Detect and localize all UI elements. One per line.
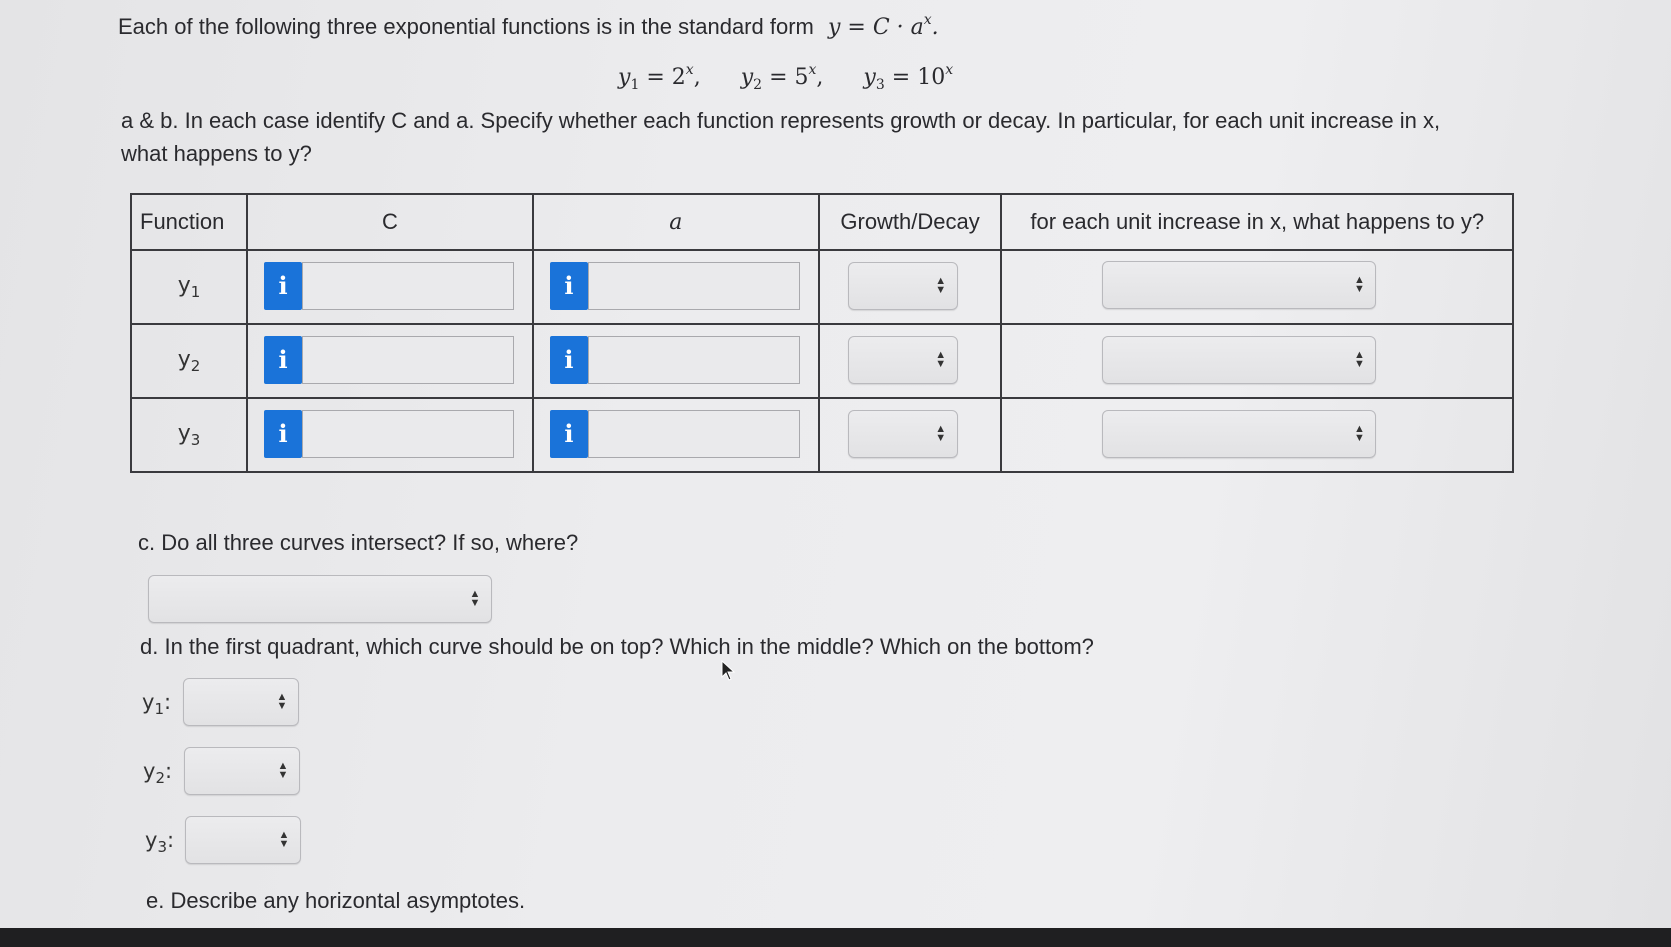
info-icon[interactable]: i (549, 336, 588, 384)
d-label-y3: y3: (145, 828, 175, 856)
table-row: y2 i i ▲ ▼ ▲ ▼ (129, 323, 1514, 399)
screen-bottom-bezel (0, 928, 1671, 947)
equation-y1: y1 = 2x, (618, 62, 701, 93)
updown-arrows-icon: ▲ ▼ (1353, 274, 1365, 295)
d-label-y1: y1: (142, 690, 172, 718)
updown-arrows-icon: ▲ ▼ (278, 829, 290, 850)
info-icon[interactable]: i (264, 410, 303, 458)
question-d: d. In the first quadrant, which curve sh… (140, 634, 1094, 659)
updown-arrows-icon: ▲ ▼ (277, 760, 289, 781)
info-icon[interactable]: i (264, 336, 303, 384)
function-label: y1 (129, 249, 249, 325)
equation-y2: y2 = 5x, (740, 62, 824, 93)
header-function: Function (129, 193, 249, 251)
question-e: e. Describe any horizontal asymptotes. (146, 888, 526, 913)
c-input[interactable] (302, 410, 515, 458)
updown-arrows-icon: ▲ ▼ (935, 349, 947, 370)
function-label: y3 (129, 397, 249, 473)
answer-table: Function C a Growth/Decay for each unit … (129, 193, 1514, 473)
question-ab-line1: a & b. In each case identify C and a. Sp… (121, 108, 1441, 133)
info-icon[interactable]: i (549, 262, 588, 310)
intro-text: Each of the following three exponential … (118, 14, 814, 39)
unit-increase-select[interactable]: ▲ ▼ (1102, 410, 1377, 458)
updown-arrows-icon: ▲ ▼ (935, 275, 947, 296)
header-growth-decay: Growth/Decay (817, 193, 1003, 251)
header-unit-increase: for each unit increase in x, what happen… (1000, 193, 1514, 251)
table-row: y3 i i ▲ ▼ ▲ ▼ (129, 397, 1514, 473)
table-header-row: Function C a Growth/Decay for each unit … (129, 193, 1514, 251)
order-select-y2[interactable]: ▲ ▼ (184, 747, 300, 795)
updown-arrows-icon: ▲ ▼ (1353, 349, 1365, 370)
a-input[interactable] (587, 336, 800, 384)
unit-increase-select[interactable]: ▲ ▼ (1102, 336, 1377, 384)
updown-arrows-icon: ▲ ▼ (469, 588, 481, 609)
growth-decay-select[interactable]: ▲ ▼ (847, 262, 958, 310)
question-ab-line2: what happens to y? (121, 141, 312, 166)
mouse-cursor-icon (721, 660, 736, 681)
updown-arrows-icon: ▲ ▼ (1353, 423, 1365, 444)
standard-form: y = C · ax. (827, 12, 939, 40)
equations-line: y1 = 2x, y2 = 5x, y3 = 10x (618, 62, 953, 93)
unit-increase-select[interactable]: ▲ ▼ (1102, 261, 1377, 309)
c-input[interactable] (302, 262, 515, 310)
info-icon[interactable]: i (549, 410, 588, 458)
updown-arrows-icon: ▲ ▼ (276, 691, 288, 712)
equation-y3: y3 = 10x (863, 62, 954, 93)
d-label-y2: y2: (143, 759, 173, 787)
a-input[interactable] (587, 410, 800, 458)
header-a: a (531, 193, 820, 251)
question-c: c. Do all three curves intersect? If so,… (138, 530, 579, 555)
growth-decay-select[interactable]: ▲ ▼ (847, 336, 958, 384)
updown-arrows-icon: ▲ ▼ (935, 423, 947, 444)
worksheet-page: Each of the following three exponential … (0, 0, 1671, 930)
c-input[interactable] (302, 336, 515, 384)
function-label: y2 (129, 323, 249, 399)
order-select-y3[interactable]: ▲ ▼ (185, 816, 301, 864)
a-input[interactable] (587, 262, 800, 310)
intersect-select[interactable]: ▲ ▼ (148, 575, 492, 623)
intro-line: Each of the following three exponential … (118, 12, 939, 40)
info-icon[interactable]: i (264, 262, 303, 310)
growth-decay-select[interactable]: ▲ ▼ (847, 410, 958, 458)
order-select-y1[interactable]: ▲ ▼ (183, 678, 299, 726)
header-c: C (246, 193, 534, 251)
table-row: y1 i i ▲ ▼ ▲ ▼ (129, 249, 1514, 325)
